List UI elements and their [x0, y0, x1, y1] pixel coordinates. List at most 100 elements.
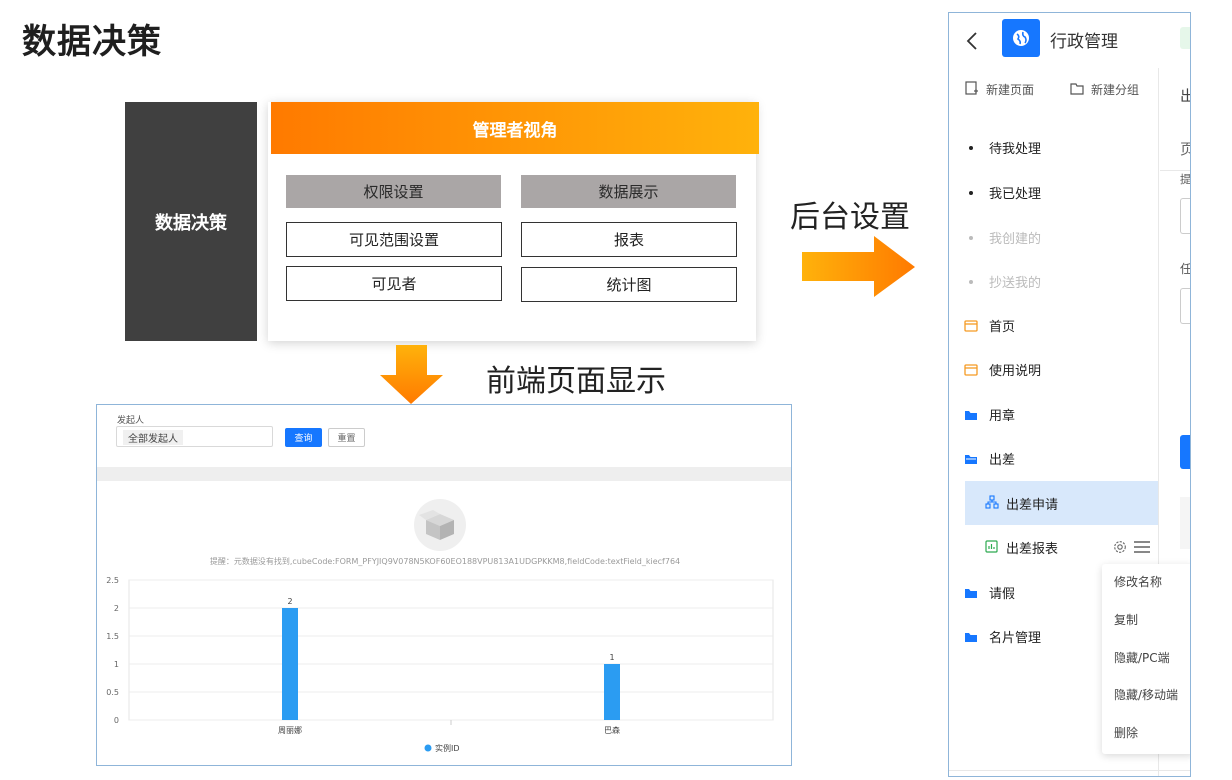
partial-blue-button[interactable]: [1180, 435, 1190, 469]
gear-icon[interactable]: [1113, 540, 1127, 554]
globe-icon: [1013, 30, 1029, 46]
folder-icon: [965, 588, 977, 598]
nav-label: 我已处理: [989, 187, 1042, 202]
partial-text-3: 提: [1180, 173, 1191, 186]
partial-block: [1180, 497, 1190, 549]
page-icon: [964, 319, 978, 332]
app-logo: [1002, 19, 1040, 57]
back-icon[interactable]: [965, 31, 979, 51]
nav-todo[interactable]: 待我处理: [964, 138, 1041, 157]
folder-open-icon: [965, 454, 977, 464]
page-title: 数据决策: [22, 22, 162, 62]
trip-report-item[interactable]: 出差报表: [965, 525, 1158, 569]
menu-rename[interactable]: 修改名称: [1114, 573, 1162, 590]
empty-hint: 提醒：元数据没有找到,cubeCode:FORM_PFYJIQ9V078N5KO…: [209, 557, 681, 566]
frontend-screenshot: 发起人 全部发起人 查询 重置 提醒：元数据没有找到,cubeCode:FORM…: [96, 404, 792, 766]
new-group-icon: [1070, 83, 1084, 95]
new-group-button[interactable]: 新建分组: [1091, 81, 1139, 98]
y-tick-label: 1.5: [106, 632, 119, 641]
backend-screenshot: 行政管理 新建页面 新建分组 出 页 提 任 待我处理 我已处理 我创建的 抄送…: [948, 12, 1191, 777]
bar: [282, 608, 298, 720]
report-icon: [985, 540, 998, 553]
plot-frame: [128, 579, 774, 721]
menu-icon[interactable]: [1134, 541, 1150, 553]
query-button[interactable]: 查询: [285, 428, 322, 447]
filter-label: 发起人: [117, 416, 145, 426]
folder-trip[interactable]: 出差: [964, 449, 1015, 468]
new-page-icon: [965, 81, 978, 95]
legend-marker: [424, 744, 432, 752]
y-tick-label: 0: [114, 716, 119, 725]
manager-header: 管理者视角: [271, 102, 759, 154]
page-icon: [964, 363, 978, 376]
y-tick-label: 1: [114, 660, 119, 669]
stat-chart-box: 统计图: [521, 267, 737, 302]
trip-apply-item[interactable]: 出差申请: [965, 481, 1158, 525]
folder-label: 用章: [989, 409, 1016, 424]
partial-text-4: 任: [1180, 262, 1191, 276]
folder-leave[interactable]: 请假: [964, 583, 1015, 602]
y-tick-label: 2: [114, 604, 119, 613]
folder-label: 名片管理: [989, 631, 1042, 646]
folder-icon: [965, 632, 977, 642]
frontend-label: 前端页面显示: [486, 364, 666, 399]
right-arrow-icon: [802, 236, 915, 297]
backend-label: 后台设置: [790, 200, 910, 235]
initiator-select[interactable]: 全部发起人: [116, 426, 273, 447]
page-home[interactable]: 首页: [964, 316, 1015, 335]
bar: [604, 664, 620, 720]
folder-label: 请假: [989, 587, 1016, 602]
menu-hide-pc[interactable]: 隐藏/PC端: [1114, 649, 1170, 666]
visible-person-box: 可见者: [286, 266, 502, 301]
reset-button[interactable]: 重置: [328, 428, 365, 447]
nav-label: 我创建的: [989, 232, 1042, 247]
nav-cc[interactable]: 抄送我的: [964, 272, 1041, 291]
sub-item-label: 出差报表: [1006, 542, 1059, 557]
sub-item-label: 出差申请: [1006, 498, 1059, 513]
data-label: 1: [609, 653, 614, 662]
data-display-header: 数据展示: [521, 175, 736, 208]
nav-created[interactable]: 我创建的: [964, 228, 1041, 247]
menu-hide-mobile[interactable]: 隐藏/移动端: [1114, 686, 1178, 703]
partial-text-2: 页: [1180, 138, 1190, 159]
new-page-button[interactable]: 新建页面: [986, 81, 1034, 98]
folder-label: 出差: [989, 453, 1016, 468]
nav-label: 抄送我的: [989, 276, 1042, 291]
partial-input-2[interactable]: [1180, 288, 1190, 324]
empty-box-icon: [414, 499, 466, 551]
report-box: 报表: [521, 222, 737, 257]
bullet-icon: [969, 145, 973, 150]
page-guide[interactable]: 使用说明: [964, 360, 1041, 379]
page-label: 使用说明: [989, 364, 1042, 379]
context-menu: 修改名称 复制 隐藏/PC端 隐藏/移动端 删除: [1102, 564, 1190, 754]
menu-copy[interactable]: 复制: [1114, 611, 1138, 628]
x-tick-label: 巴森: [604, 725, 620, 735]
bullet-icon: [969, 190, 973, 195]
bullet-icon: [969, 235, 973, 240]
nav-done[interactable]: 我已处理: [964, 183, 1041, 202]
permission-header: 权限设置: [286, 175, 501, 208]
status-tag: [1180, 27, 1190, 49]
visible-range-box: 可见范围设置: [286, 222, 502, 257]
bullet-icon: [969, 279, 973, 284]
partial-text-1: 出: [1180, 85, 1190, 106]
partial-input-1[interactable]: [1180, 198, 1190, 234]
bar-chart: 0 0.5 1 1.5 2 2.5 2 周丽娜 1 巴森实例ID: [106, 576, 774, 753]
x-tick-label: 周丽娜: [278, 725, 302, 735]
folder-icon: [965, 410, 977, 420]
folder-seal[interactable]: 用章: [964, 405, 1015, 424]
bottom-divider: [949, 770, 1190, 771]
folder-card[interactable]: 名片管理: [964, 627, 1041, 646]
initiator-tag: 全部发起人: [123, 430, 183, 445]
legend-label: 实例ID: [435, 743, 460, 753]
down-arrow-icon: [380, 345, 443, 404]
y-tick-label: 2.5: [106, 576, 119, 585]
page-label: 首页: [989, 320, 1016, 335]
menu-delete[interactable]: 删除: [1114, 724, 1138, 741]
app-title: 行政管理: [1050, 32, 1118, 52]
nav-label: 待我处理: [989, 142, 1042, 157]
y-tick-label: 0.5: [106, 688, 119, 697]
data-label: 2: [287, 597, 292, 606]
divider-band: [97, 467, 791, 481]
flow-icon: [985, 495, 999, 509]
